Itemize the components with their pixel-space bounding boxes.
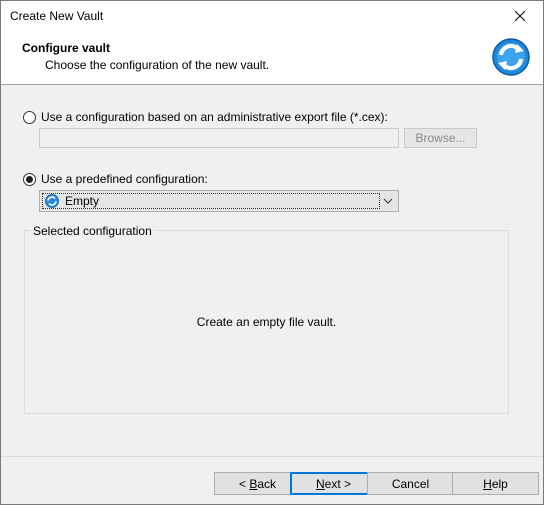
create-new-vault-dialog: Create New Vault Configure vault Choose … [0,0,544,505]
wizard-header: Configure vault Choose the configuration… [1,31,543,85]
vault-config-icon [45,194,59,208]
help-button[interactable]: Help [452,472,539,495]
page-subtitle: Choose the configuration of the new vaul… [45,58,270,72]
selected-config-item: Empty [42,193,380,209]
browse-button[interactable]: Browse... [404,128,477,148]
footer-divider [1,456,543,457]
selected-config-label: Empty [65,194,100,208]
predefined-config-select[interactable]: Empty [39,190,399,212]
predefined-option[interactable]: Use a predefined configuration: [23,172,208,186]
export-file-option[interactable]: Use a configuration based on an administ… [23,110,388,124]
export-file-path-input[interactable] [39,128,399,148]
selected-configuration-legend: Selected configuration [31,224,154,238]
cancel-button[interactable]: Cancel [367,472,454,495]
vault-refresh-icon [492,38,530,76]
close-icon [514,10,526,22]
predefined-label: Use a predefined configuration: [41,172,208,186]
predefined-radio[interactable] [23,172,36,186]
page-title: Configure vault [22,41,111,55]
export-file-label: Use a configuration based on an administ… [41,110,388,124]
chevron-down-icon[interactable] [382,195,394,207]
title-bar: Create New Vault [1,1,543,31]
next-button[interactable]: Next > [290,472,377,495]
export-file-radio[interactable] [23,110,36,124]
close-button[interactable] [497,1,543,31]
back-button[interactable]: < Back [214,472,301,495]
window-title: Create New Vault [10,9,104,23]
configuration-description: Create an empty file vault. [196,315,337,329]
